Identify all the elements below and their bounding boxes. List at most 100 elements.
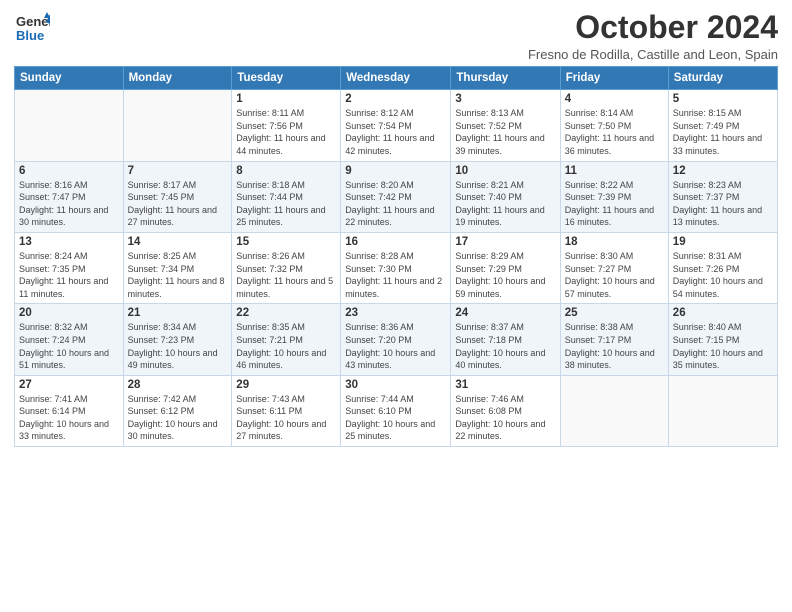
day-info: Sunrise: 8:18 AMSunset: 7:44 PMDaylight:… — [236, 179, 336, 229]
day-info: Sunrise: 8:24 AMSunset: 7:35 PMDaylight:… — [19, 250, 119, 300]
day-number: 12 — [673, 165, 773, 177]
day-number: 17 — [455, 236, 555, 248]
col-friday: Friday — [560, 67, 668, 90]
day-number: 31 — [455, 379, 555, 391]
table-row: 16Sunrise: 8:28 AMSunset: 7:30 PMDayligh… — [341, 232, 451, 303]
day-info: Sunrise: 7:46 AMSunset: 6:08 PMDaylight:… — [455, 393, 555, 443]
day-number: 8 — [236, 165, 336, 177]
table-row: 25 Sunrise: 8:38 AMSunset: 7:17 PMDayligh… — [560, 304, 668, 375]
day-number: 10 — [455, 165, 555, 177]
table-row: 9 Sunrise: 8:20 AMSunset: 7:42 PMDaylight… — [341, 161, 451, 232]
calendar-week-3: 13 Sunrise: 8:24 AMSunset: 7:35 PMDayligh… — [15, 232, 778, 303]
page-header: General Blue October 2024 Fresno de Rodi… — [14, 10, 778, 62]
svg-text:Blue: Blue — [16, 28, 44, 43]
calendar-week-2: 6 Sunrise: 8:16 AMSunset: 7:47 PMDaylight… — [15, 161, 778, 232]
day-number: 1 — [236, 93, 336, 105]
calendar-week-1: 1 Sunrise: 8:11 AMSunset: 7:56 PMDaylight… — [15, 90, 778, 161]
day-info: Sunrise: 7:43 AMSunset: 6:11 PMDaylight:… — [236, 393, 336, 443]
table-row: 10 Sunrise: 8:21 AMSunset: 7:40 PMDayligh… — [451, 161, 560, 232]
day-number: 6 — [19, 165, 119, 177]
table-row — [668, 375, 777, 446]
day-number: 3 — [455, 93, 555, 105]
table-row — [123, 90, 232, 161]
day-number: 30 — [345, 379, 446, 391]
day-info: Sunrise: 8:17 AMSunset: 7:45 PMDaylight:… — [128, 179, 228, 229]
day-info: Sunrise: 8:16 AMSunset: 7:47 PMDaylight:… — [19, 179, 119, 229]
table-row: 21 Sunrise: 8:34 AMSunset: 7:23 PMDayligh… — [123, 304, 232, 375]
calendar-table: Sunday Monday Tuesday Wednesday Thursday… — [14, 66, 778, 447]
day-info: Sunrise: 8:36 AMSunset: 7:20 PMDaylight:… — [345, 321, 446, 371]
day-info: Sunrise: 8:25 AMSunset: 7:34 PMDaylight:… — [128, 250, 228, 300]
table-row: 29Sunrise: 7:43 AMSunset: 6:11 PMDayligh… — [232, 375, 341, 446]
table-row: 19Sunrise: 8:31 AMSunset: 7:26 PMDayligh… — [668, 232, 777, 303]
calendar-week-5: 27 Sunrise: 7:41 AMSunset: 6:14 PMDayligh… — [15, 375, 778, 446]
day-number: 9 — [345, 165, 446, 177]
table-row — [15, 90, 124, 161]
table-row: 28 Sunrise: 7:42 AMSunset: 6:12 PMDayligh… — [123, 375, 232, 446]
day-info: Sunrise: 8:38 AMSunset: 7:17 PMDaylight:… — [565, 321, 664, 371]
day-info: Sunrise: 7:44 AMSunset: 6:10 PMDaylight:… — [345, 393, 446, 443]
title-block: October 2024 Fresno de Rodilla, Castille… — [528, 10, 778, 62]
day-info: Sunrise: 8:37 AMSunset: 7:18 PMDaylight:… — [455, 321, 555, 371]
day-number: 14 — [128, 236, 228, 248]
table-row: 8 Sunrise: 8:18 AMSunset: 7:44 PMDaylight… — [232, 161, 341, 232]
day-number: 19 — [673, 236, 773, 248]
day-info: Sunrise: 8:13 AMSunset: 7:52 PMDaylight:… — [455, 107, 555, 157]
day-number: 25 — [565, 307, 664, 319]
day-info: Sunrise: 8:34 AMSunset: 7:23 PMDaylight:… — [128, 321, 228, 371]
calendar-header-row: Sunday Monday Tuesday Wednesday Thursday… — [15, 67, 778, 90]
day-info: Sunrise: 7:42 AMSunset: 6:12 PMDaylight:… — [128, 393, 228, 443]
day-number: 16 — [345, 236, 446, 248]
day-number: 11 — [565, 165, 664, 177]
col-monday: Monday — [123, 67, 232, 90]
day-info: Sunrise: 8:22 AMSunset: 7:39 PMDaylight:… — [565, 179, 664, 229]
day-number: 27 — [19, 379, 119, 391]
table-row — [560, 375, 668, 446]
day-number: 7 — [128, 165, 228, 177]
day-info: Sunrise: 8:11 AMSunset: 7:56 PMDaylight:… — [236, 107, 336, 157]
day-info: Sunrise: 8:35 AMSunset: 7:21 PMDaylight:… — [236, 321, 336, 371]
day-number: 26 — [673, 307, 773, 319]
day-number: 5 — [673, 93, 773, 105]
table-row: 20Sunrise: 8:32 AMSunset: 7:24 PMDayligh… — [15, 304, 124, 375]
col-saturday: Saturday — [668, 67, 777, 90]
day-info: Sunrise: 7:41 AMSunset: 6:14 PMDaylight:… — [19, 393, 119, 443]
day-info: Sunrise: 8:14 AMSunset: 7:50 PMDaylight:… — [565, 107, 664, 157]
table-row: 3 Sunrise: 8:13 AMSunset: 7:52 PMDaylight… — [451, 90, 560, 161]
table-row: 17Sunrise: 8:29 AMSunset: 7:29 PMDayligh… — [451, 232, 560, 303]
calendar-week-4: 20Sunrise: 8:32 AMSunset: 7:24 PMDayligh… — [15, 304, 778, 375]
table-row: 31 Sunrise: 7:46 AMSunset: 6:08 PMDayligh… — [451, 375, 560, 446]
table-row: 15Sunrise: 8:26 AMSunset: 7:32 PMDayligh… — [232, 232, 341, 303]
table-row: 4 Sunrise: 8:14 AMSunset: 7:50 PMDaylight… — [560, 90, 668, 161]
col-thursday: Thursday — [451, 67, 560, 90]
logo-icon: General Blue — [14, 10, 50, 46]
day-info: Sunrise: 8:23 AMSunset: 7:37 PMDaylight:… — [673, 179, 773, 229]
col-tuesday: Tuesday — [232, 67, 341, 90]
table-row: 14 Sunrise: 8:25 AMSunset: 7:34 PMDayligh… — [123, 232, 232, 303]
table-row: 24 Sunrise: 8:37 AMSunset: 7:18 PMDayligh… — [451, 304, 560, 375]
day-number: 21 — [128, 307, 228, 319]
table-row: 5 Sunrise: 8:15 AMSunset: 7:49 PMDaylight… — [668, 90, 777, 161]
day-number: 15 — [236, 236, 336, 248]
month-title: October 2024 — [528, 10, 778, 45]
table-row: 11 Sunrise: 8:22 AMSunset: 7:39 PMDayligh… — [560, 161, 668, 232]
table-row: 26 Sunrise: 8:40 AMSunset: 7:15 PMDayligh… — [668, 304, 777, 375]
day-number: 28 — [128, 379, 228, 391]
table-row: 22Sunrise: 8:35 AMSunset: 7:21 PMDayligh… — [232, 304, 341, 375]
day-info: Sunrise: 8:15 AMSunset: 7:49 PMDaylight:… — [673, 107, 773, 157]
day-info: Sunrise: 8:32 AMSunset: 7:24 PMDaylight:… — [19, 321, 119, 371]
day-info: Sunrise: 8:20 AMSunset: 7:42 PMDaylight:… — [345, 179, 446, 229]
day-info: Sunrise: 8:40 AMSunset: 7:15 PMDaylight:… — [673, 321, 773, 371]
day-number: 4 — [565, 93, 664, 105]
day-info: Sunrise: 8:21 AMSunset: 7:40 PMDaylight:… — [455, 179, 555, 229]
day-number: 13 — [19, 236, 119, 248]
table-row: 18 Sunrise: 8:30 AMSunset: 7:27 PMDayligh… — [560, 232, 668, 303]
day-number: 18 — [565, 236, 664, 248]
table-row: 30 Sunrise: 7:44 AMSunset: 6:10 PMDayligh… — [341, 375, 451, 446]
table-row: 13 Sunrise: 8:24 AMSunset: 7:35 PMDayligh… — [15, 232, 124, 303]
table-row: 7 Sunrise: 8:17 AMSunset: 7:45 PMDaylight… — [123, 161, 232, 232]
col-wednesday: Wednesday — [341, 67, 451, 90]
day-info: Sunrise: 8:12 AMSunset: 7:54 PMDaylight:… — [345, 107, 446, 157]
day-info: Sunrise: 8:30 AMSunset: 7:27 PMDaylight:… — [565, 250, 664, 300]
day-number: 24 — [455, 307, 555, 319]
